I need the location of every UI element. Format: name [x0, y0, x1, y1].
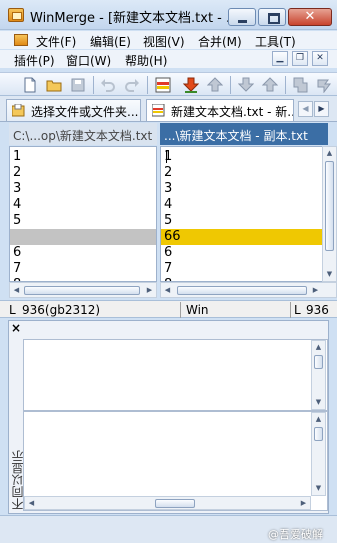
right-file-path[interactable]: ...\新建文本文档 - 副本.txt [160, 123, 328, 145]
scroll-right-arrow[interactable]: ▶ [309, 284, 322, 296]
left-text-pane[interactable]: 1 2 3 4 5 6 7 8 [9, 146, 157, 282]
scroll-up-arrow[interactable]: ▲ [323, 147, 336, 159]
right-line-changed[interactable]: 66 [161, 229, 322, 245]
vertical-scroll-thumb[interactable] [314, 427, 323, 441]
file-compare-icon [152, 104, 165, 117]
left-line[interactable]: 4 [10, 197, 156, 213]
close-panel-button[interactable]: × [11, 321, 21, 335]
minimize-button[interactable] [228, 8, 256, 26]
right-line[interactable]: 4 [161, 197, 322, 213]
close-button[interactable]: ✕ [288, 8, 332, 26]
tab-file-compare[interactable]: 新建文本文档.txt - 新... [146, 99, 294, 121]
vertical-scroll-thumb[interactable] [325, 161, 334, 251]
menu-window[interactable]: 窗口(W) [66, 52, 111, 69]
right-line[interactable]: 2 [161, 165, 322, 181]
next-diff-icon[interactable] [183, 77, 199, 93]
horizontal-scroll-thumb[interactable] [155, 499, 195, 508]
right-line[interactable]: 5 [161, 213, 322, 229]
menu-bar: 文件(F) 编辑(E) 视图(V) 合并(M) 工具(T) [0, 31, 337, 49]
copy-right-icon[interactable] [316, 77, 332, 93]
lower-horizontal-scrollbar[interactable]: ◀ ▶ [24, 496, 311, 510]
diff-pane-upper[interactable]: ▲ ▼ [23, 339, 328, 411]
document-tabs: 选择文件或文件夹... 新建文本文档.txt - 新... ◀ ▶ [0, 96, 337, 122]
diff-pane-lower[interactable]: ▲ ▼ ◀ ▶ [23, 411, 328, 511]
mdi-close-button[interactable]: ✕ [312, 51, 328, 66]
last-diff-icon[interactable] [262, 77, 278, 93]
menu-bar-row2: 插件(P) 窗口(W) 帮助(H) ▁ ❐ ✕ [0, 50, 337, 68]
left-horizontal-scrollbar[interactable]: ◀ ▶ [9, 282, 157, 298]
document-icon[interactable] [14, 34, 28, 46]
left-line[interactable]: 3 [10, 181, 156, 197]
left-eol: Win [186, 303, 209, 317]
app-icon [8, 8, 24, 22]
left-encoding: 936(gb2312) [22, 303, 101, 317]
left-line[interactable]: 6 [10, 245, 156, 261]
scroll-left-arrow[interactable]: ◀ [25, 497, 38, 509]
horizontal-scroll-thumb[interactable] [177, 286, 307, 295]
scroll-down-arrow[interactable]: ▼ [323, 268, 336, 280]
menu-file[interactable]: 文件(F) [36, 33, 76, 50]
left-line[interactable]: 1 [10, 149, 156, 165]
menu-merge[interactable]: 合并(M) [198, 33, 242, 50]
tab-label: 新建文本文档.txt - 新... [171, 105, 294, 119]
tab-label: 选择文件或文件夹... [31, 105, 139, 119]
window-title: WinMerge - [新建文本文档.txt - ... [30, 11, 239, 26]
toolbar [0, 72, 337, 96]
left-line[interactable]: 7 [10, 261, 156, 277]
left-line[interactable]: 5 [10, 213, 156, 229]
copy-left-icon[interactable] [292, 77, 308, 93]
first-diff-icon[interactable] [238, 77, 254, 93]
right-line[interactable]: 7 [161, 261, 322, 277]
left-file-path[interactable]: C:\...op\新建文本文档.txt [9, 123, 157, 145]
diff-icon[interactable] [155, 77, 171, 93]
right-line[interactable]: 1 [161, 149, 322, 165]
horizontal-scroll-thumb[interactable] [24, 286, 140, 295]
pane-status-bar: L 936(gb2312) Win L 936 [0, 300, 337, 318]
right-vertical-scrollbar[interactable]: ▲ ▼ [322, 146, 337, 282]
right-position: L [294, 303, 301, 317]
menu-help[interactable]: 帮助(H) [125, 52, 167, 69]
new-icon[interactable] [22, 77, 38, 93]
scroll-left-arrow[interactable]: ◀ [161, 284, 174, 296]
prev-diff-icon[interactable] [207, 77, 223, 93]
menu-plugins[interactable]: 插件(P) [14, 52, 55, 69]
right-line[interactable]: 3 [161, 181, 322, 197]
scroll-right-arrow[interactable]: ▶ [143, 284, 156, 296]
right-line[interactable]: 6 [161, 245, 322, 261]
tab-scroll-left-button[interactable]: ◀ [298, 101, 313, 117]
text-caret [166, 150, 167, 163]
scroll-left-arrow[interactable]: ◀ [10, 284, 23, 296]
title-bar[interactable]: WinMerge - [新建文本文档.txt - ... ✕ [0, 0, 337, 30]
scroll-down-arrow[interactable]: ▼ [312, 396, 325, 408]
menu-view[interactable]: 视图(V) [143, 33, 185, 50]
mdi-restore-button[interactable]: ❐ [292, 51, 308, 66]
left-position: L [9, 303, 16, 317]
maximize-button[interactable] [258, 8, 286, 26]
scroll-right-arrow[interactable]: ▶ [297, 497, 310, 509]
tab-scroll-right-button[interactable]: ▶ [314, 101, 329, 117]
menu-edit[interactable]: 编辑(E) [90, 33, 131, 50]
right-horizontal-scrollbar[interactable]: ◀ ▶ [160, 282, 337, 298]
mdi-minimize-button[interactable]: ▁ [272, 51, 288, 66]
right-encoding: 936 [306, 303, 329, 317]
scroll-up-arrow[interactable]: ▲ [312, 341, 325, 353]
left-line-missing[interactable] [10, 229, 156, 245]
undo-icon[interactable] [100, 77, 116, 93]
lower-vertical-scrollbar[interactable]: ▲ ▼ [311, 412, 326, 496]
panel-vertical-label: 不同以显示 [11, 450, 25, 510]
folder-compare-icon [12, 104, 25, 117]
tab-select-files[interactable]: 选择文件或文件夹... [6, 99, 141, 121]
scroll-down-arrow[interactable]: ▼ [312, 482, 325, 494]
right-text-pane[interactable]: 1 2 3 4 5 66 6 7 8 [160, 146, 323, 282]
scroll-up-arrow[interactable]: ▲ [312, 413, 325, 425]
save-icon[interactable] [70, 77, 86, 93]
diff-location-panel: × ▲ ▼ ▲ ▼ ◀ ▶ [8, 320, 329, 514]
open-icon[interactable] [46, 77, 62, 93]
vertical-scroll-thumb[interactable] [314, 355, 323, 369]
menu-tools[interactable]: 工具(T) [255, 33, 296, 50]
redo-icon[interactable] [124, 77, 140, 93]
watermark: @吾爱破解 [268, 528, 323, 541]
left-line[interactable]: 2 [10, 165, 156, 181]
upper-vertical-scrollbar[interactable]: ▲ ▼ [311, 340, 326, 410]
